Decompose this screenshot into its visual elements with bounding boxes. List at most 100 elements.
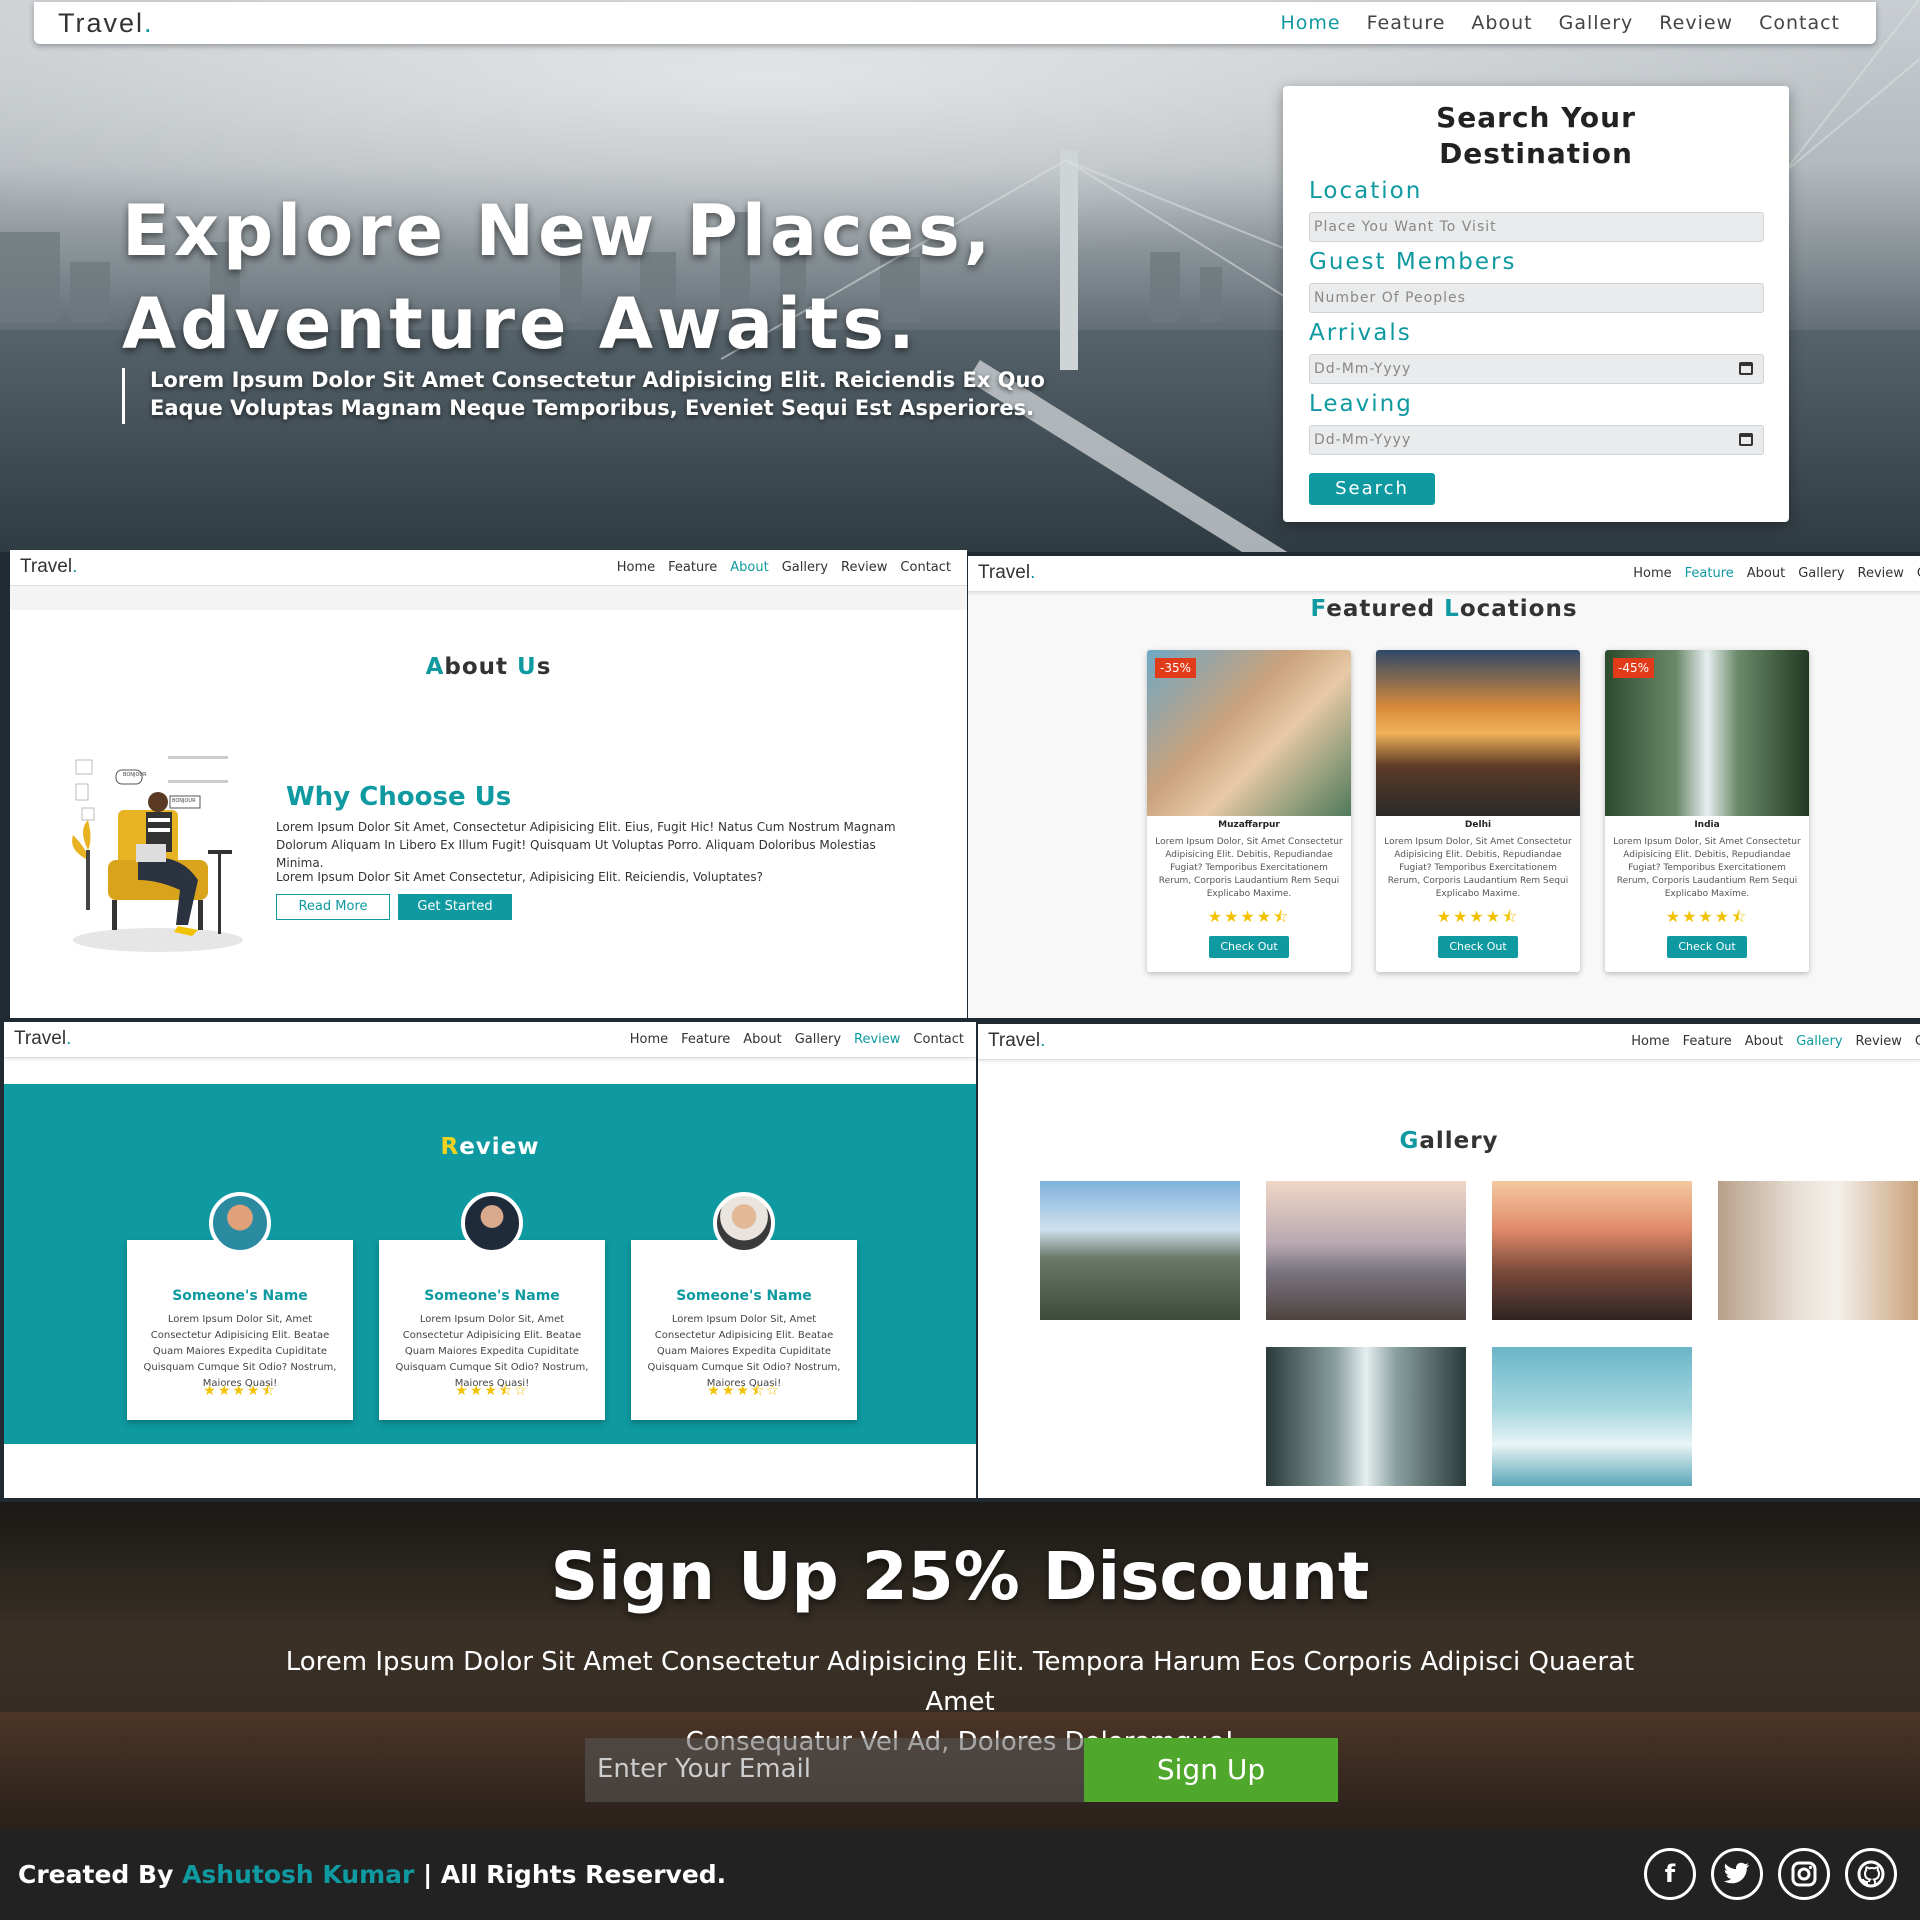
leaving-label: Leaving (1309, 391, 1413, 417)
nav-gallery[interactable]: Gallery (782, 560, 828, 575)
author-link[interactable]: Ashutosh Kumar (182, 1860, 414, 1889)
guests-input[interactable]: Number Of Peoples (1309, 283, 1764, 313)
logo-text: Travel (14, 1028, 67, 1049)
gallery-image[interactable] (1040, 1181, 1240, 1320)
calendar-icon[interactable] (1739, 362, 1753, 375)
nav-links: Home Feature About Gallery Review C (1631, 1034, 1920, 1049)
hero-title: Explore New Places, Adventure Awaits. (122, 185, 1222, 371)
review-title-part: eview (459, 1134, 540, 1160)
instagram-icon[interactable] (1778, 1848, 1830, 1900)
review-card: Someone's Name Lorem Ipsum Dolor Sit, Am… (127, 1240, 353, 1420)
hero-subtitle: Lorem Ipsum Dolor Sit Amet Consectetur A… (150, 366, 1230, 422)
nav-gallery[interactable]: Gallery (1796, 1034, 1842, 1049)
rating-stars: ★★★★⯪ (1436, 907, 1520, 926)
logo[interactable]: Travel. (14, 1028, 71, 1050)
nav-feature[interactable]: Feature (681, 1032, 730, 1047)
about-panel: Travel. Home Feature About Gallery Revie… (10, 550, 967, 1018)
about-title-initial: A (425, 654, 445, 680)
twitter-icon[interactable] (1711, 1848, 1763, 1900)
hero-title-line2: Adventure Awaits. (122, 283, 919, 365)
nav-feature[interactable]: Feature (668, 560, 717, 575)
read-more-button[interactable]: Read More (276, 894, 390, 920)
about-navbar: Travel. Home Feature About Gallery Revie… (10, 550, 967, 586)
featured-title-part: ocations (1459, 596, 1578, 622)
check-out-button[interactable]: Check Out (1438, 936, 1518, 958)
nav-home[interactable]: Home (1631, 1034, 1669, 1049)
calendar-icon[interactable] (1739, 433, 1753, 446)
about-title-part: s (536, 654, 552, 680)
search-button[interactable]: Search (1309, 473, 1435, 505)
nav-review[interactable]: Review (1659, 12, 1733, 34)
search-title: Search Your Destination (1283, 100, 1789, 172)
get-started-button[interactable]: Get Started (398, 894, 512, 920)
nav-contact[interactable]: C (1915, 1034, 1920, 1049)
logo[interactable]: Travel. (20, 556, 77, 578)
gallery-image[interactable] (1266, 1181, 1466, 1320)
location-input[interactable]: Place You Want To Visit (1309, 212, 1764, 242)
check-out-button[interactable]: Check Out (1667, 936, 1747, 958)
review-panel: Travel. Home Feature About Gallery Revie… (4, 1022, 976, 1498)
arrivals-date-input[interactable]: Dd-Mm-Yyyy (1309, 354, 1764, 384)
nav-contact[interactable]: Contact (913, 1032, 964, 1047)
nav-review[interactable]: Review (1856, 1034, 1902, 1049)
check-out-button[interactable]: Check Out (1209, 936, 1289, 958)
arrivals-placeholder: Dd-Mm-Yyyy (1314, 361, 1412, 377)
search-form: Search Your Destination Location Place Yo… (1283, 86, 1789, 522)
nav-about[interactable]: About (730, 560, 768, 575)
nav-review[interactable]: Review (854, 1032, 900, 1047)
facebook-icon[interactable]: f (1644, 1848, 1696, 1900)
about-title-part: bout (444, 654, 518, 680)
review-title: Review (4, 1134, 976, 1160)
rating-stars: ★★★★⯪ (1665, 907, 1749, 926)
logo[interactable]: Travel. (978, 562, 1035, 584)
nav-contact[interactable]: Contact (1759, 12, 1840, 34)
footer-credit: Created By Ashutosh Kumar | All Rights R… (18, 1860, 726, 1889)
hero-subtitle-line1: Lorem Ipsum Dolor Sit Amet Consectetur A… (150, 368, 1045, 392)
rating-stars: ★★★★⯪ (203, 1383, 277, 1399)
nav-review[interactable]: Review (841, 560, 887, 575)
gallery-image[interactable] (1266, 1347, 1466, 1486)
gallery-navbar: Travel. Home Feature About Gallery Revie… (978, 1024, 1920, 1060)
gallery-image[interactable] (1718, 1181, 1918, 1320)
email-input[interactable]: Enter Your Email (585, 1738, 1084, 1802)
nav-about[interactable]: About (743, 1032, 781, 1047)
search-title-line1: Search Your (1436, 101, 1636, 134)
about-paragraph-1: Lorem Ipsum Dolor Sit Amet, Consectetur … (276, 820, 896, 870)
nav-home[interactable]: Home (630, 1032, 668, 1047)
signup-button[interactable]: Sign Up (1084, 1738, 1338, 1802)
skyline-building (70, 262, 110, 322)
logo[interactable]: Travel. (58, 8, 154, 39)
logo[interactable]: Travel. (988, 1030, 1045, 1052)
nav-about[interactable]: About (1745, 1034, 1783, 1049)
nav-gallery[interactable]: Gallery (795, 1032, 841, 1047)
nav-feature[interactable]: Feature (1683, 1034, 1732, 1049)
nav-feature[interactable]: Feature (1367, 12, 1446, 34)
why-choose-title: Why Choose Us (286, 782, 512, 812)
nav-home[interactable]: Home (617, 560, 655, 575)
logo-text: Travel (988, 1030, 1041, 1051)
twitter-glyph (1724, 1862, 1749, 1884)
nav-feature[interactable]: Feature (1685, 566, 1734, 581)
nav-about[interactable]: About (1747, 566, 1785, 581)
nav-home[interactable]: Home (1281, 12, 1341, 34)
about-title-initial: U (517, 654, 537, 680)
logo-dot: . (66, 1028, 72, 1049)
nav-links: Home Feature About Gallery Review Contac… (630, 1032, 964, 1047)
nav-contact[interactable]: Contact (900, 560, 951, 575)
gallery-image[interactable] (1492, 1181, 1692, 1320)
nav-home[interactable]: Home (1633, 566, 1671, 581)
leaving-placeholder: Dd-Mm-Yyyy (1314, 432, 1412, 448)
gallery-image[interactable] (1492, 1347, 1692, 1486)
nav-gallery[interactable]: Gallery (1559, 12, 1634, 34)
gallery-title: Gallery (978, 1128, 1920, 1154)
leaving-date-input[interactable]: Dd-Mm-Yyyy (1309, 425, 1764, 455)
gallery-panel: Travel. Home Feature About Gallery Revie… (978, 1024, 1920, 1498)
rating-stars: ★★★⯪☆ (707, 1383, 781, 1399)
logo-text: Travel (978, 562, 1031, 583)
nav-review[interactable]: Review (1858, 566, 1904, 581)
discount-badge: -45% (1613, 658, 1655, 678)
nav-gallery[interactable]: Gallery (1798, 566, 1844, 581)
github-icon[interactable] (1845, 1848, 1897, 1900)
featured-title-part: eatured (1326, 596, 1445, 622)
nav-about[interactable]: About (1471, 12, 1532, 34)
